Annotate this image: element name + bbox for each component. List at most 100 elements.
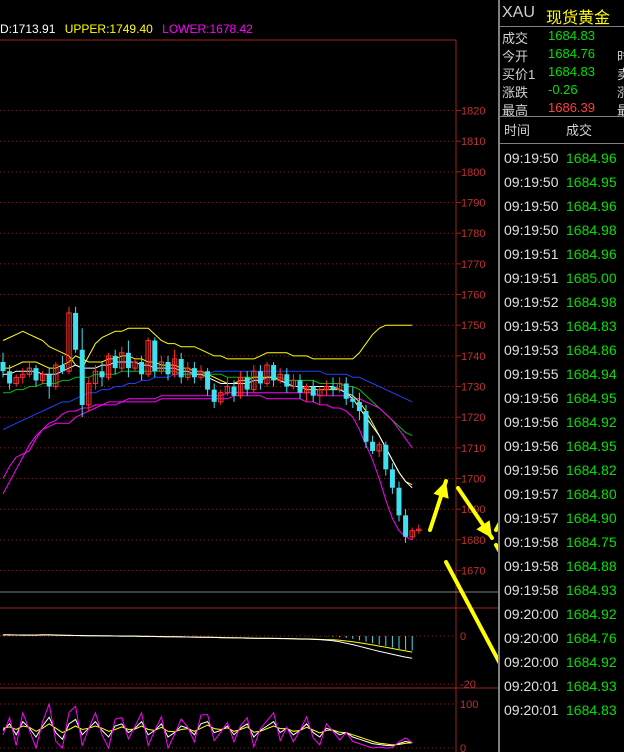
divider <box>500 116 624 117</box>
candle-body <box>99 371 105 378</box>
candle-body <box>231 386 237 396</box>
candle-body <box>363 411 369 442</box>
tick-row[interactable]: 09:19:56 1684.95 <box>500 386 624 410</box>
chart-panel: 1820 1810 1800 1790 1780 1770 1760 1750 1740 1730… <box>0 0 498 752</box>
tick-row[interactable]: 09:19:58 1684.88 <box>500 554 624 578</box>
tick-row[interactable]: 09:19:56 1684.95 <box>500 434 624 458</box>
tick-price: 1684.93 <box>566 678 617 694</box>
series-macd-dif <box>3 634 413 659</box>
candle-body <box>46 374 52 387</box>
tick-row[interactable]: 09:19:51 1685.00 <box>500 266 624 290</box>
candle-body <box>389 469 395 488</box>
y-tick-label: 1800 <box>461 167 485 179</box>
annotation-arrow <box>444 560 498 665</box>
candle-body <box>73 312 79 350</box>
candle-body <box>139 362 145 375</box>
y-tick-label: 1750 <box>461 320 485 332</box>
candle-body <box>244 377 250 390</box>
tick-row[interactable]: 09:20:00 1684.92 <box>500 602 624 626</box>
candle-body <box>350 398 356 402</box>
candle-body <box>330 386 336 390</box>
tick-price: 1684.98 <box>566 222 617 238</box>
tick-row[interactable]: 09:19:55 1684.94 <box>500 362 624 386</box>
quote-row: 最高 1686.39 最 <box>500 99 624 118</box>
tick-row[interactable]: 09:19:50 1684.96 <box>500 146 624 170</box>
y-tick-label: 1780 <box>461 228 485 240</box>
symbol-header: XAU 现货黄金 <box>500 0 624 27</box>
tick-time: 09:20:00 <box>504 654 559 670</box>
candle-body <box>165 362 171 375</box>
legend-lower: LOWER:1678.42 <box>162 22 253 36</box>
tick-row[interactable]: 09:19:51 1684.96 <box>500 242 624 266</box>
y-tick-label: 1700 <box>461 474 485 486</box>
tick-time: 09:19:55 <box>504 366 559 382</box>
tick-time: 09:19:50 <box>504 174 559 190</box>
quote-value: 1684.83 <box>548 28 595 43</box>
tick-price: 1684.88 <box>566 558 617 574</box>
tick-time: 09:19:58 <box>504 582 559 598</box>
tick-row[interactable]: 09:19:50 1684.96 <box>500 194 624 218</box>
tick-row[interactable]: 09:19:52 1684.98 <box>500 290 624 314</box>
tick-row[interactable]: 09:19:50 1684.98 <box>500 218 624 242</box>
tick-row[interactable]: 09:20:00 1684.76 <box>500 626 624 650</box>
candle-body <box>205 371 211 390</box>
tick-time: 09:19:50 <box>504 222 559 238</box>
candle-body <box>310 386 316 396</box>
y-tick-label: 1720 <box>461 412 485 424</box>
y-tick-label: 0 <box>460 631 466 643</box>
candle-body <box>112 355 118 369</box>
tick-price: 1684.95 <box>566 390 617 406</box>
y-tick-label: 1820 <box>461 106 485 118</box>
tick-price: 1684.98 <box>566 294 617 310</box>
tick-row[interactable]: 09:19:53 1684.83 <box>500 314 624 338</box>
tick-time: 09:19:53 <box>504 342 559 358</box>
candle-body <box>403 515 409 537</box>
kline-chart[interactable]: 1820 1810 1800 1790 1780 1770 1760 1750 1740 1730… <box>0 0 498 752</box>
tick-time: 09:19:50 <box>504 198 559 214</box>
y-tick-label: 100 <box>460 699 478 711</box>
quote-sidebar: XAU 现货黄金 成交 1684.83 今开 1684.76 时买价1 1684.83 卖涨… <box>500 0 624 752</box>
tick-price: 1684.83 <box>566 702 617 718</box>
y-tick-label: 0 <box>460 743 466 752</box>
tick-price: 1684.96 <box>566 150 617 166</box>
y-tick-label: 1760 <box>461 290 485 302</box>
candle-body <box>125 352 131 369</box>
tick-time: 09:19:53 <box>504 318 559 334</box>
tick-row[interactable]: 09:19:58 1684.75 <box>500 530 624 554</box>
y-tick-label: 1680 <box>461 535 485 547</box>
tick-price: 1684.95 <box>566 174 617 190</box>
tick-price: 1684.94 <box>566 366 617 382</box>
candle-body <box>396 487 402 516</box>
tick-row[interactable]: 09:20:01 1684.93 <box>500 674 624 698</box>
tick-row[interactable]: 09:19:53 1684.86 <box>500 338 624 362</box>
tick-time: 09:19:58 <box>504 534 559 550</box>
tick-row[interactable]: 09:19:58 1684.93 <box>500 578 624 602</box>
tick-row[interactable]: 09:20:01 1684.83 <box>500 698 624 722</box>
tick-row[interactable]: 09:19:56 1684.92 <box>500 410 624 434</box>
tick-row[interactable]: 09:19:57 1684.80 <box>500 482 624 506</box>
tick-time: 09:19:51 <box>504 270 559 286</box>
ticks-header-price: 成交 <box>566 123 593 138</box>
tick-price: 1684.86 <box>566 342 617 358</box>
tick-time: 09:19:50 <box>504 150 559 166</box>
tick-price: 1685.00 <box>566 270 617 286</box>
tick-price: 1684.96 <box>566 198 617 214</box>
tick-row[interactable]: 09:20:00 1684.92 <box>500 650 624 674</box>
tick-price: 1684.95 <box>566 438 617 454</box>
tick-price: 1684.92 <box>566 654 617 670</box>
tick-price: 1684.76 <box>566 630 617 646</box>
y-tick-label: 1740 <box>461 351 485 363</box>
candle-body <box>152 340 158 372</box>
tick-time: 09:19:57 <box>504 486 559 502</box>
tick-row[interactable]: 09:19:56 1684.82 <box>500 458 624 482</box>
tick-row[interactable]: 09:19:50 1684.95 <box>500 170 624 194</box>
indicator-legend: D:1713.91 UPPER:1749.40 LOWER:1678.42 <box>0 22 259 36</box>
y-tick-label: 1710 <box>461 443 485 455</box>
annotation-arrowhead <box>433 481 449 499</box>
candle-body <box>0 362 6 372</box>
tick-price: 1684.92 <box>566 414 617 430</box>
ticks-header-time: 时间 <box>504 123 531 138</box>
tick-time: 09:19:56 <box>504 438 559 454</box>
tick-row[interactable]: 09:19:57 1684.90 <box>500 506 624 530</box>
tick-price: 1684.92 <box>566 606 617 622</box>
